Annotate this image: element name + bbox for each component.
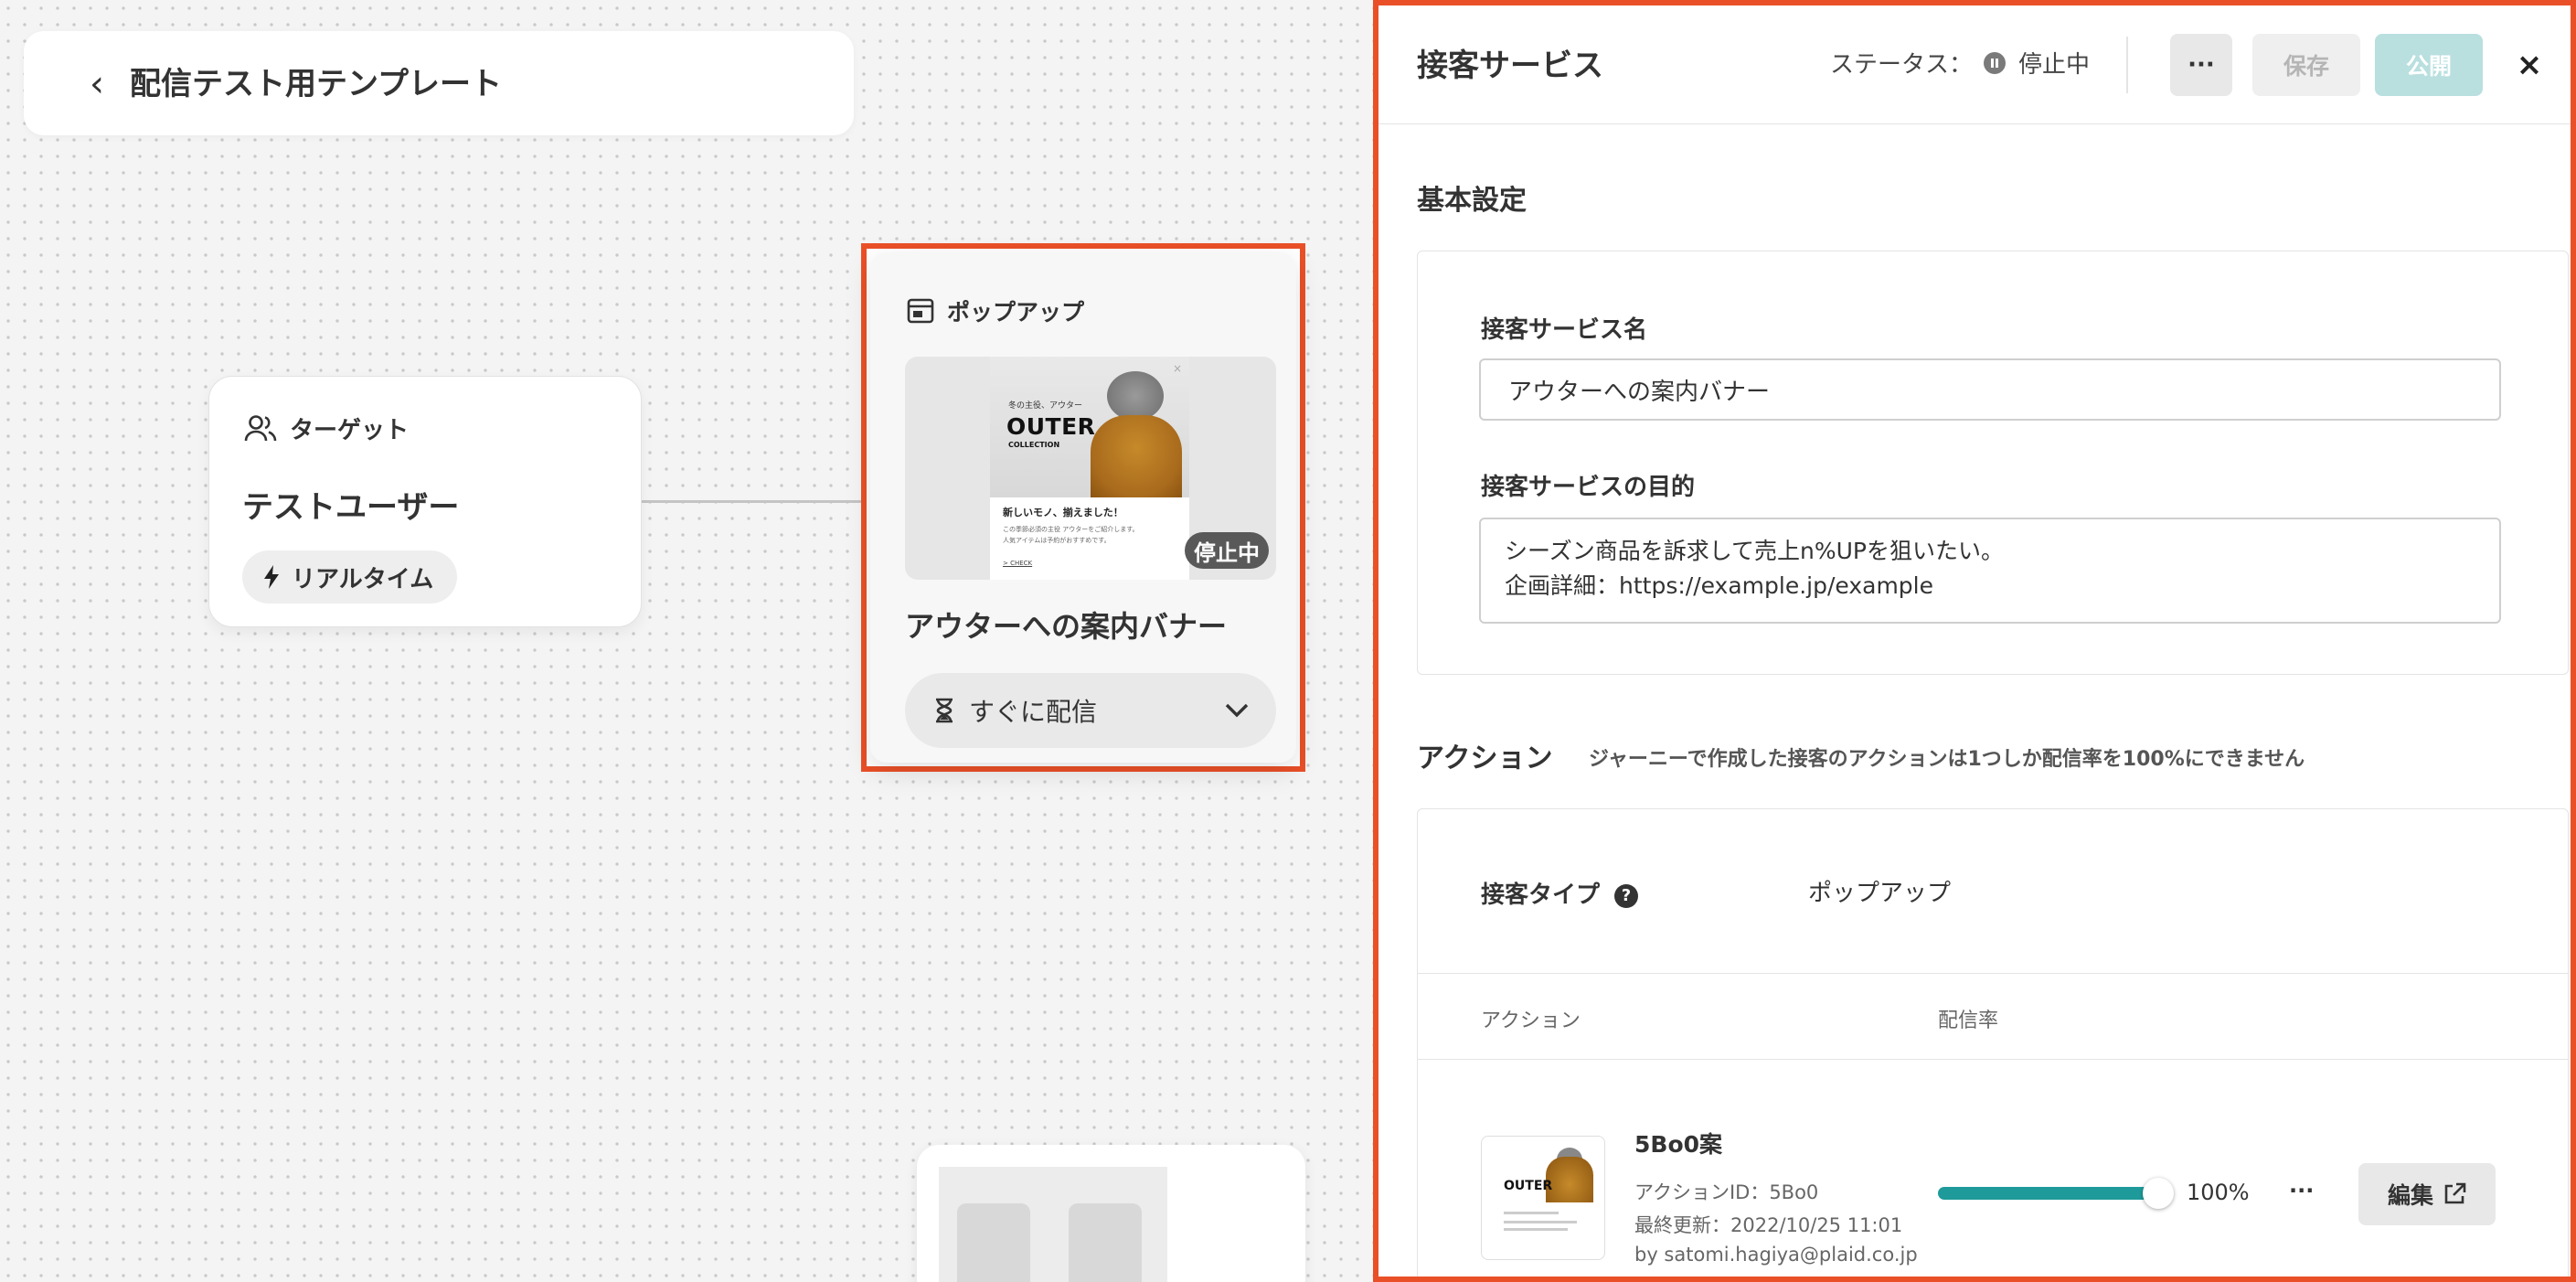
target-name: テストユーザー bbox=[242, 489, 460, 526]
service-type-label: 接客タイプ? bbox=[1481, 876, 1639, 910]
service-type-label-text: 接客タイプ bbox=[1481, 881, 1601, 909]
popup-node-label: ポップアップ bbox=[947, 299, 1085, 326]
trigger-label: リアルタイム bbox=[292, 565, 434, 593]
banner-model-head bbox=[1107, 371, 1164, 421]
action-id: アクションID：5Bo0 bbox=[1634, 1181, 1819, 1203]
target-node-label: ターゲット bbox=[290, 417, 410, 444]
action-updated: 最終更新：2022/10/25 11:01 bbox=[1634, 1214, 1903, 1236]
banner-subhead: COLLECTION bbox=[1008, 441, 1060, 449]
banner-headline: OUTER bbox=[1006, 413, 1096, 440]
status-indicator: ステータス： 停止中 bbox=[1830, 46, 2090, 80]
column-header-rate: 配信率 bbox=[1938, 1010, 1999, 1032]
purpose-line-1: シーズン商品を訴求して売上n%UPを狙いたい。 bbox=[1505, 538, 2004, 564]
status-label: ステータス： bbox=[1830, 51, 1974, 79]
bolt-icon bbox=[264, 565, 279, 589]
action-thumb-coat bbox=[1546, 1157, 1593, 1202]
close-icon[interactable]: × bbox=[2508, 44, 2550, 86]
divider bbox=[1417, 973, 2569, 974]
chevron-down-icon bbox=[1225, 703, 1249, 718]
users-icon bbox=[244, 414, 277, 441]
chevron-left-icon[interactable]: ‹ bbox=[79, 66, 115, 102]
external-link-icon bbox=[2444, 1182, 2466, 1204]
purpose-line-2: 企画詳細：https://example.jp/example bbox=[1505, 572, 1934, 599]
status-badge: 停止中 bbox=[1185, 532, 1269, 569]
panel-header: 接客サービス ステータス： 停止中 ··· 保存 公開 × bbox=[1378, 5, 2571, 124]
header-divider bbox=[2126, 37, 2128, 93]
action-more-button[interactable]: ··· bbox=[2289, 1178, 2314, 1203]
banner-small-text: 冬の主役、アウター bbox=[1008, 401, 1083, 411]
basic-settings-heading: 基本設定 bbox=[1417, 185, 1527, 217]
action-thumb-banner: OUTER bbox=[1495, 1148, 1593, 1255]
delivery-timing-label: すぐに配信 bbox=[969, 697, 1098, 727]
banner-close-icon: × bbox=[1173, 362, 1183, 375]
template-title-bar: ‹ 配信テスト用テンプレート bbox=[24, 31, 854, 135]
delivery-rate-slider-handle[interactable] bbox=[2143, 1178, 2174, 1209]
delivery-rate-slider[interactable] bbox=[1938, 1187, 2156, 1200]
status-value: 停止中 bbox=[2018, 51, 2091, 79]
service-detail-panel: 接客サービス ステータス： 停止中 ··· 保存 公開 × 基本設定 接客サービ… bbox=[1373, 0, 2576, 1282]
action-note: ジャーニーで作成した接客のアクションは1つしか配信率を100%にできません bbox=[1589, 748, 2305, 771]
trigger-badge: リアルタイム bbox=[242, 550, 458, 604]
service-type-value: ポップアップ bbox=[1808, 880, 1952, 907]
edit-label: 編集 bbox=[2387, 1182, 2433, 1209]
popup-preview-thumbnail: 冬の主役、アウター OUTER COLLECTION × 新しいモノ、揃えました… bbox=[905, 357, 1276, 580]
popup-name: アウターへの案内バナー bbox=[905, 609, 1228, 644]
edit-button[interactable]: 編集 bbox=[2358, 1163, 2496, 1225]
action-thumb-line bbox=[1504, 1221, 1577, 1223]
column-header-action: アクション bbox=[1481, 1010, 1581, 1032]
popup-node[interactable]: ポップアップ 冬の主役、アウター OUTER COLLECTION × 新しいモ… bbox=[870, 252, 1296, 763]
service-name-input[interactable]: アウターへの案内バナー bbox=[1479, 358, 2501, 421]
connector-line bbox=[640, 500, 865, 503]
more-options-button[interactable]: ··· bbox=[2170, 34, 2232, 96]
action-thumb-line bbox=[1504, 1212, 1559, 1214]
template-title: 配信テスト用テンプレート bbox=[130, 66, 502, 102]
publish-button[interactable]: 公開 bbox=[2375, 34, 2483, 96]
hourglass-icon bbox=[936, 698, 953, 723]
service-name-label: 接客サービス名 bbox=[1481, 316, 1648, 344]
action-thumb-headline: OUTER bbox=[1504, 1179, 1553, 1193]
popup-node-selection[interactable]: ポップアップ 冬の主役、アウター OUTER COLLECTION × 新しいモ… bbox=[861, 243, 1305, 772]
help-icon[interactable]: ? bbox=[1614, 883, 1639, 908]
action-thumb-line bbox=[1504, 1228, 1568, 1231]
banner-title: 新しいモノ、揃えました！ bbox=[1003, 507, 1123, 518]
save-button[interactable]: 保存 bbox=[2252, 34, 2360, 96]
action-thumbnail[interactable]: OUTER bbox=[1481, 1136, 1605, 1260]
action-name: 5Bo0案 bbox=[1634, 1131, 1723, 1158]
panel-title: 接客サービス bbox=[1417, 48, 1603, 84]
target-node[interactable]: ターゲット テストユーザー リアルタイム bbox=[208, 376, 642, 627]
delivery-rate-value: 100% bbox=[2187, 1180, 2250, 1205]
pause-icon bbox=[1984, 51, 2007, 74]
banner-check-link: > CHECK bbox=[1003, 560, 1033, 567]
action-heading: アクション bbox=[1417, 742, 1553, 775]
delivery-timing-select[interactable]: すぐに配信 bbox=[905, 673, 1276, 748]
service-purpose-textarea[interactable]: シーズン商品を訴求して売上n%UPを狙いたい。 企画詳細：https://exa… bbox=[1479, 518, 2501, 624]
popup-node-header: ポップアップ bbox=[907, 294, 1084, 327]
next-node-placeholder-b bbox=[1069, 1203, 1142, 1282]
popup-banner-image: 冬の主役、アウター OUTER COLLECTION × 新しいモノ、揃えました… bbox=[990, 357, 1189, 580]
service-purpose-label: 接客サービスの目的 bbox=[1481, 474, 1696, 501]
next-node[interactable] bbox=[917, 1145, 1305, 1282]
banner-model-coat bbox=[1091, 415, 1182, 497]
next-node-placeholder-a bbox=[957, 1203, 1030, 1282]
banner-text-1: この季節必須の主役 アウターをご紹介します。 bbox=[1003, 526, 1139, 533]
target-node-header: ターゲット bbox=[244, 411, 409, 445]
action-author: by satomi.hagiya@plaid.co.jp bbox=[1634, 1244, 1918, 1266]
divider bbox=[1417, 1059, 2569, 1060]
popup-window-icon bbox=[907, 298, 934, 324]
banner-text-2: 人気アイテムは予約がおすすめです。 bbox=[1003, 537, 1111, 544]
